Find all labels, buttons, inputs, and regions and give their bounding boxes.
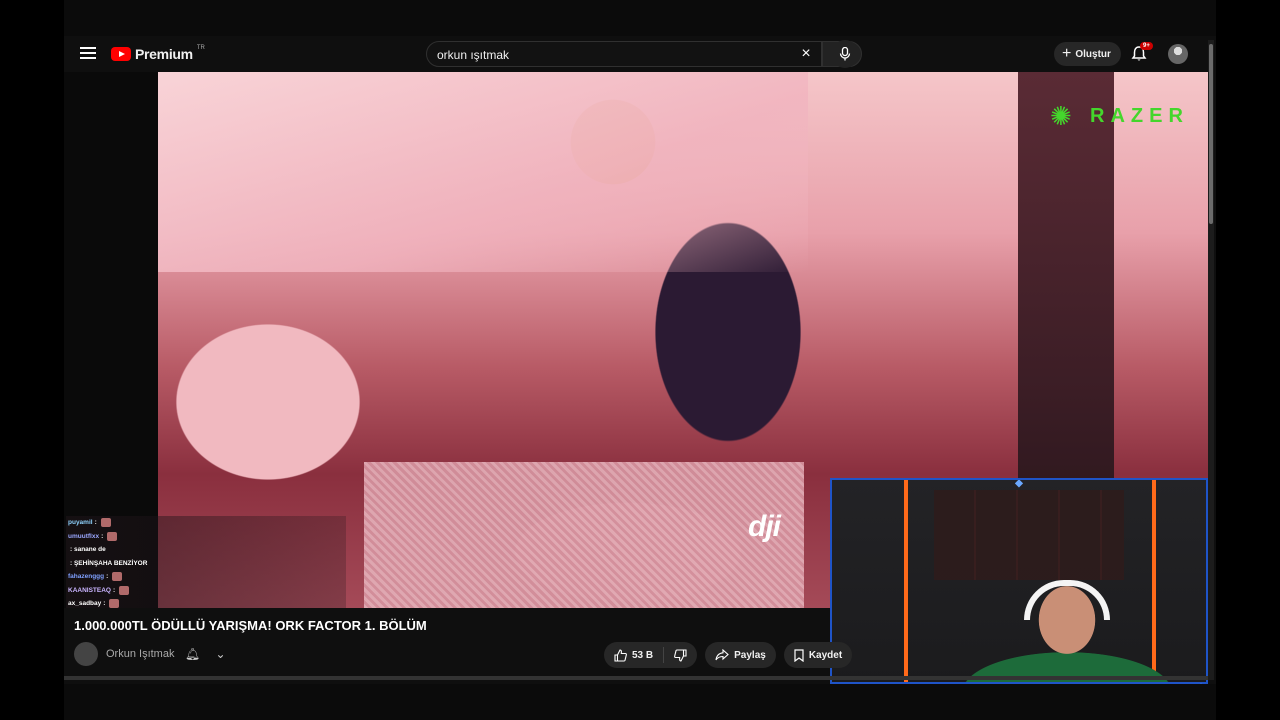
chat-username: umuutflxx [68,532,100,540]
chat-colon: : [101,532,104,540]
youtube-premium-logo[interactable]: Premium TR [111,45,205,62]
channel-row: Orkun Işıtmak 🔔︎ ⌄ [74,642,230,666]
chat-colon: : [103,600,106,607]
channel-avatar[interactable] [74,642,98,666]
create-label: Oluştur [1075,48,1111,60]
voice-search-button[interactable] [831,40,859,68]
share-icon [715,649,729,661]
chat-message: : ŞEHİNŞAHA BENZİYOR [66,557,346,571]
chat-message: umuutflxx: [66,530,346,544]
youtube-logo-icon [111,47,131,61]
thumbs-up-icon [614,648,627,662]
video-scene-mat [364,462,804,608]
notification-badge: 9+ [1140,42,1153,50]
chat-emote-icon [100,518,111,528]
thumbs-down-icon [674,648,687,662]
chat-emote-icon [107,531,118,541]
razer-snake-icon: ✺ [1050,101,1072,131]
chat-emote-icon [119,585,130,595]
dislike-button[interactable] [664,642,697,668]
plus-icon: + [1062,45,1072,62]
search-query: orkun ışıtmak [437,48,510,62]
search-input[interactable]: orkun ışıtmak × [426,41,822,67]
chevron-down-icon[interactable]: ⌄ [210,644,230,664]
dji-watermark: dji [748,510,781,543]
create-button[interactable]: + Oluştur [1054,42,1121,66]
logo-country: TR [196,45,205,51]
top-black-strip [64,0,1216,36]
scrollbar-thumb[interactable] [1209,44,1213,224]
chat-colon: : [112,586,116,594]
like-count: 53 B [632,649,654,661]
webcam-shelf [934,490,1124,580]
like-button[interactable]: 53 B [604,642,663,668]
bookmark-icon [794,648,804,662]
chat-username: ax_sadbay [68,600,102,607]
browser-frame: Premium TR orkun ışıtmak × + Oluştur 9+ … [64,0,1216,720]
share-label: Paylaş [734,649,766,661]
stream-chat-overlay: puyamil: umuutflxx:: sanane de: ŞEHİNŞAHA… [66,516,346,608]
microphone-icon [839,47,851,61]
stream-logo-icon: ◆ [1015,478,1023,489]
notification-bell-icon[interactable]: 🔔︎ [182,644,202,664]
video-scene-tent [158,72,808,272]
chat-emote-icon [112,572,123,582]
like-dislike-group: 53 B [604,642,698,668]
masthead: Premium TR orkun ışıtmak × + Oluştur 9+ [64,36,1216,72]
chat-colon: : [94,519,97,526]
chat-colon: : [106,573,109,580]
menu-icon[interactable] [78,44,98,64]
chat-message: : sanane de [66,543,346,557]
chat-message: ax_sadbay: [66,597,346,608]
share-button[interactable]: Paylaş [705,642,776,668]
chat-message: fahazenggg: [66,570,346,584]
bottom-black-strip [64,684,1216,720]
razer-text: RAZER [1090,104,1189,127]
chat-text: : sanane de [70,546,106,553]
close-icon[interactable]: × [797,45,815,63]
chat-emote-icon [109,599,120,608]
video-progress-bar[interactable] [64,676,1208,680]
video-actions: 53 B Paylaş Kaydet [604,642,853,668]
save-button[interactable]: Kaydet [783,642,853,668]
chat-text: : ŞEHİNŞAHA BENZİYOR [70,559,148,567]
channel-name[interactable]: Orkun Işıtmak [106,648,174,660]
account-avatar[interactable] [1168,44,1188,64]
razer-sponsor-logo: ✺ RAZER [1050,100,1189,132]
logo-text: Premium [135,46,193,62]
save-label: Kaydet [808,649,843,661]
chat-message: KAANISTEAQ: [66,584,346,598]
chat-username: fahazenggg [68,573,105,580]
chat-username: puyamil [68,519,93,526]
streamer-webcam-overlay: ◆ [830,478,1208,684]
video-title: 1.000.000TL ÖDÜLLÜ YARIŞMA! ORK FACTOR 1… [74,618,427,633]
chat-message: puyamil: [66,516,346,530]
chat-username: KAANISTEAQ [68,586,111,594]
